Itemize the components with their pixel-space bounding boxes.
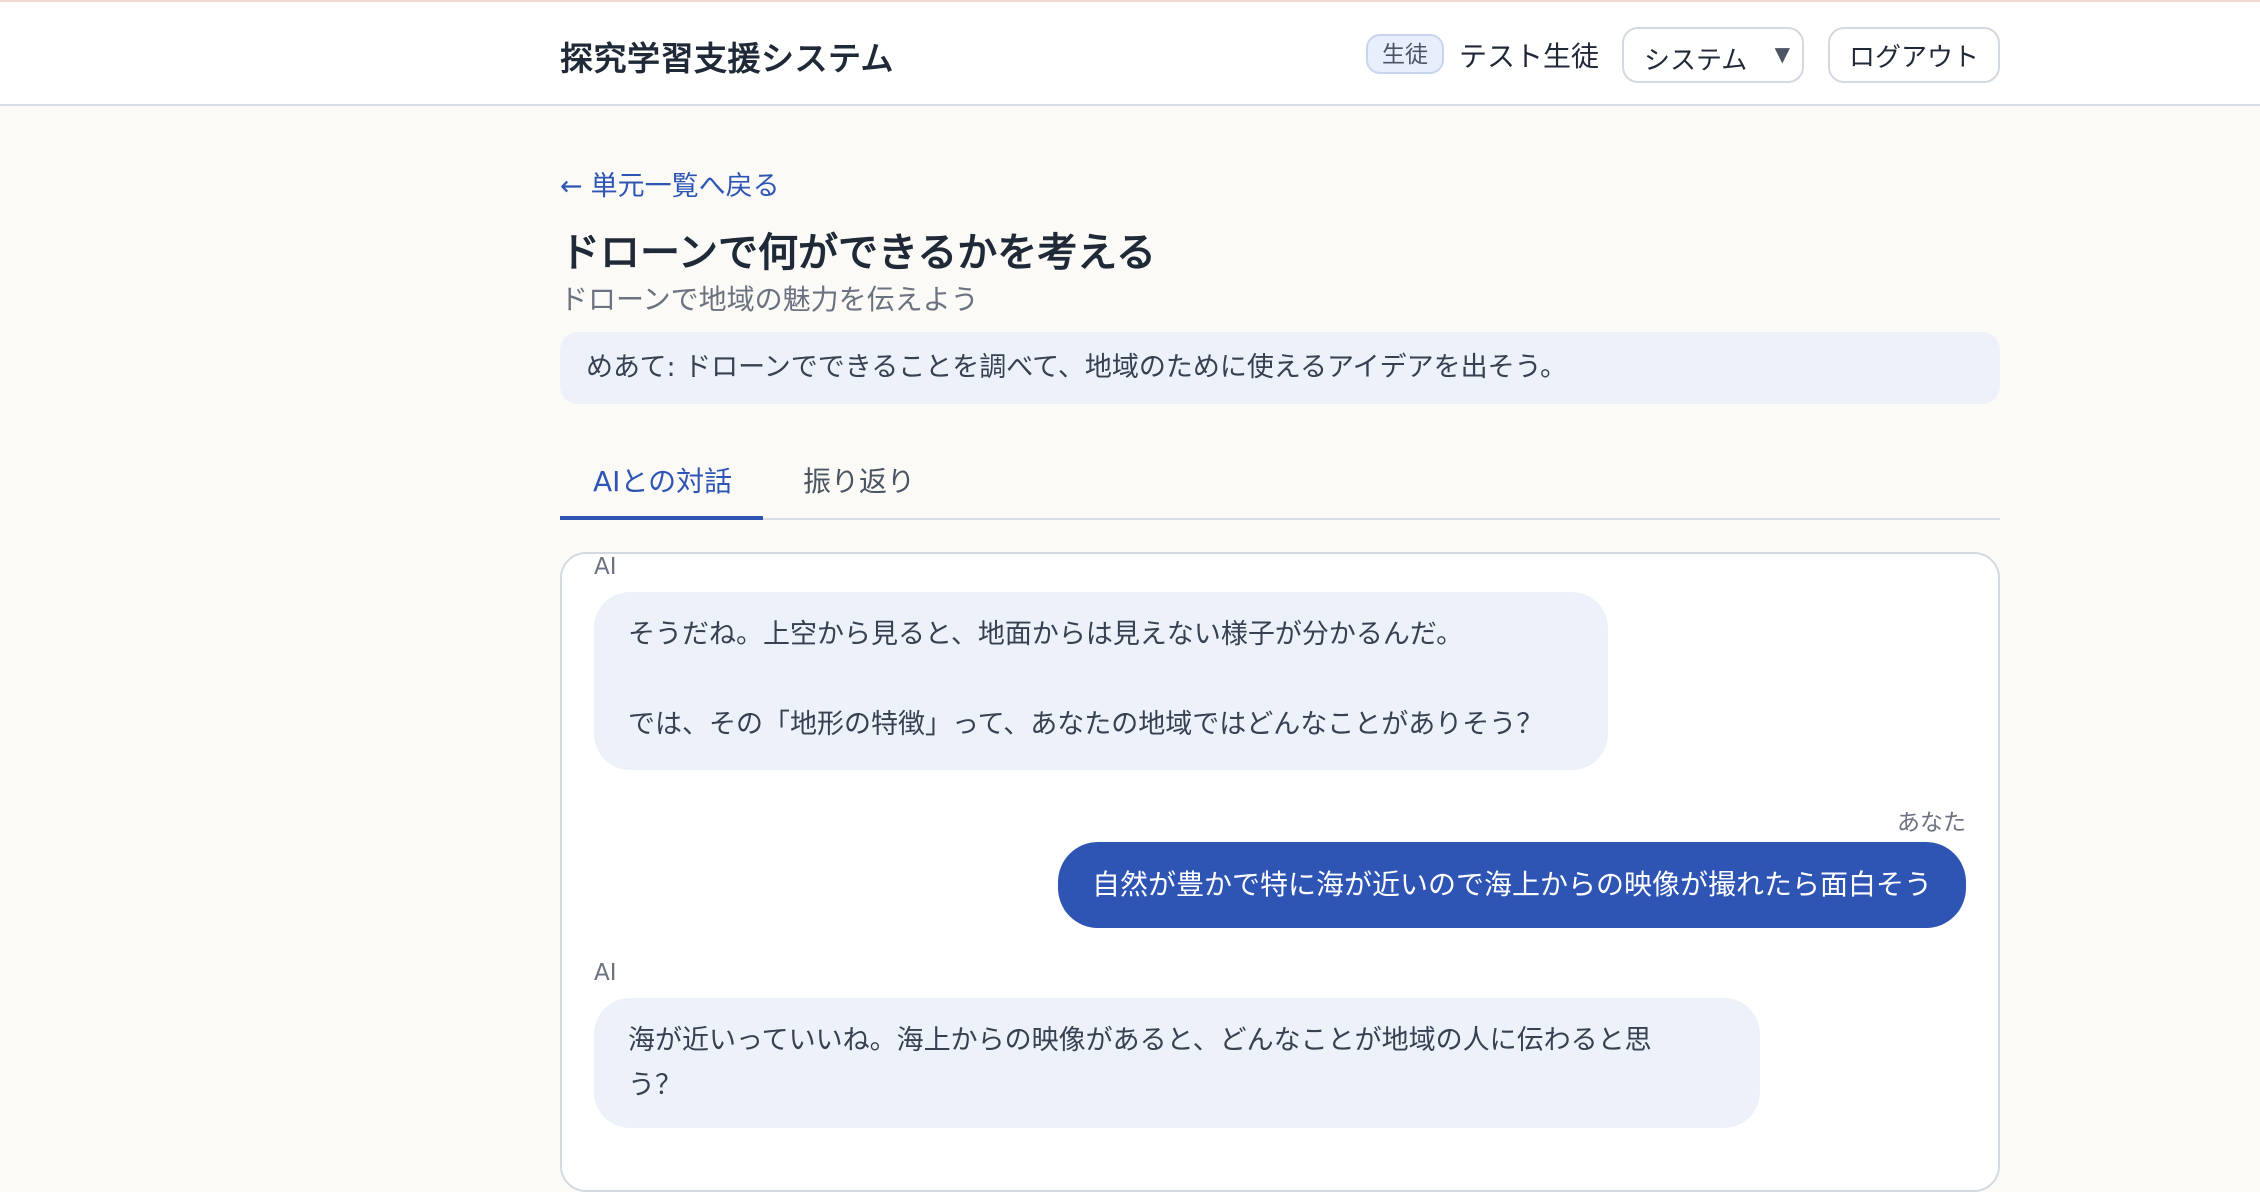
message-text: では、その「地形の特徴」って、あなたの地域ではどんなことがありそう？ [628, 709, 1544, 740]
user-message-bubble: 自然が豊かで特に海が近いので海上からの映像が撮れたら面白そう [1057, 842, 1966, 928]
user-name: テスト生徒 [1459, 40, 1600, 73]
goal-banner: めあて: ドローンでできることを調べて、地域のために使えるアイデアを出そう。 [560, 332, 2000, 404]
page-subtitle: ドローンで地域の魅力を伝えよう [560, 283, 979, 316]
back-to-unit-list-link[interactable]: ← 単元一覧へ戻る [560, 164, 780, 203]
message-sender-ai: AI [594, 960, 617, 986]
message-text: う？ [628, 1070, 682, 1101]
message-text: そうだね。上空から見ると、地面からは見えない様子が分かるんだ。 [628, 619, 1464, 650]
message-sender-user: あなた [1897, 810, 1966, 836]
page-title: ドローンで何ができるかを考える [560, 230, 1156, 276]
caret-down-icon: ▼ [1774, 42, 1790, 66]
mode-select-value: システム [1644, 46, 1748, 76]
app-title: 探究学習支援システム [560, 39, 895, 78]
top-navigation-bar: 探究学習支援システム 生徒 テスト生徒 システム ▼ ログアウト [0, 0, 2260, 106]
logout-button[interactable]: ログアウト [1828, 27, 2000, 83]
active-tab-indicator [560, 516, 763, 520]
chat-panel[interactable]: AI そうだね。上空から見ると、地面からは見えない様子が分かるんだ。 では、その… [560, 552, 2000, 1192]
back-link-label: 単元一覧へ戻る [590, 171, 780, 202]
tab-bar: AIとの対話 振り返り [560, 440, 2000, 520]
tab-reflection[interactable]: 振り返り [803, 460, 915, 500]
ai-message-bubble: 海が近いっていいね。海上からの映像があると、どんなことが地域の人に伝わると思 う… [594, 998, 1760, 1128]
mode-select[interactable]: システム ▼ [1622, 27, 1804, 83]
role-badge: 生徒 [1366, 34, 1444, 74]
message-text: 海が近いっていいね。海上からの映像があると、どんなことが地域の人に伝わると思 [628, 1025, 1652, 1056]
ai-message-bubble: そうだね。上空から見ると、地面からは見えない様子が分かるんだ。 では、その「地形… [594, 592, 1608, 770]
message-sender-ai: AI [594, 554, 617, 580]
arrow-left-icon: ← [560, 171, 583, 202]
tab-ai-dialogue[interactable]: AIとの対話 [593, 460, 732, 500]
